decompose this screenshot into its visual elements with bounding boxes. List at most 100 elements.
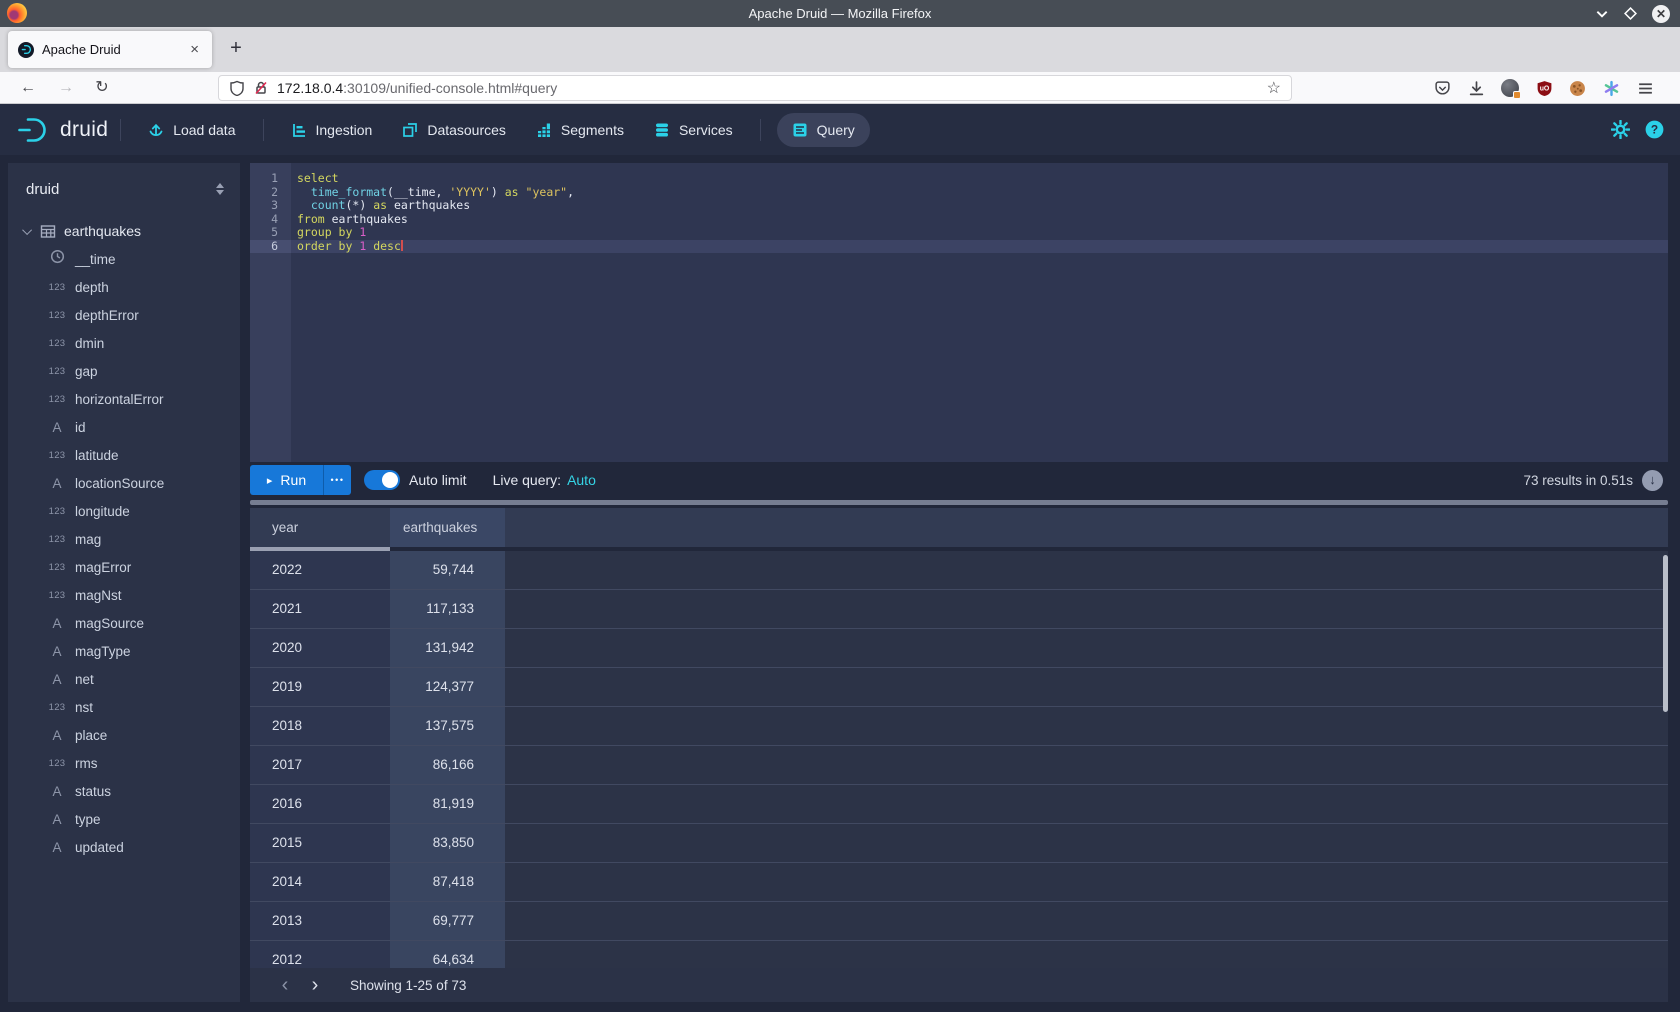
- cell-year[interactable]: 2015: [250, 824, 390, 862]
- column-header-year[interactable]: year: [250, 508, 390, 547]
- more-options-button[interactable]: •••: [323, 465, 351, 495]
- extension-asterisk-icon[interactable]: [1602, 79, 1620, 97]
- cell-year[interactable]: 2022: [250, 551, 390, 589]
- sidebar-column-mag[interactable]: 123mag: [8, 525, 240, 553]
- horizontal-scrollbar[interactable]: [250, 500, 1668, 505]
- cell-year[interactable]: 2016: [250, 785, 390, 823]
- cell-earthquakes[interactable]: 117,133: [390, 590, 505, 628]
- cell-earthquakes[interactable]: 64,634: [390, 941, 505, 968]
- back-icon[interactable]: ←: [14, 75, 42, 101]
- nav-query[interactable]: Query: [777, 113, 870, 147]
- menu-hamburger-icon[interactable]: [1636, 79, 1654, 97]
- next-page-icon[interactable]: ›: [304, 970, 326, 1000]
- sidebar-table-earthquakes[interactable]: earthquakes: [8, 217, 240, 245]
- sidebar-column-dmin[interactable]: 123dmin: [8, 329, 240, 357]
- sidebar-column-id[interactable]: Aid: [8, 413, 240, 441]
- cell-year[interactable]: 2013: [250, 902, 390, 940]
- sidebar-column-magType[interactable]: AmagType: [8, 637, 240, 665]
- cell-year[interactable]: 2020: [250, 629, 390, 667]
- cell-year[interactable]: 2017: [250, 746, 390, 784]
- cell-earthquakes[interactable]: 87,418: [390, 863, 505, 901]
- sidebar-column-locationSource[interactable]: AlocationSource: [8, 469, 240, 497]
- url-bar[interactable]: 172.18.0.4:30109/unified-console.html#qu…: [218, 75, 1292, 101]
- account-avatar-icon[interactable]: [1501, 79, 1519, 97]
- sidebar-column-updated[interactable]: Aupdated: [8, 833, 240, 861]
- sidebar-column-magNst[interactable]: 123magNst: [8, 581, 240, 609]
- downloads-icon[interactable]: [1467, 79, 1485, 97]
- vertical-scrollbar[interactable]: [1663, 555, 1668, 712]
- table-row[interactable]: 201786,166: [250, 746, 1668, 785]
- cell-earthquakes[interactable]: 137,575: [390, 707, 505, 745]
- table-row[interactable]: 2021117,133: [250, 590, 1668, 629]
- nav-load-data[interactable]: Load data: [133, 104, 250, 155]
- insecure-lock-icon[interactable]: [253, 80, 269, 96]
- table-row[interactable]: 201487,418: [250, 863, 1668, 902]
- cell-year[interactable]: 2021: [250, 590, 390, 628]
- new-tab-button[interactable]: +: [222, 35, 250, 63]
- tab-close-icon[interactable]: ×: [187, 41, 202, 58]
- chevron-down-icon[interactable]: [22, 225, 32, 235]
- sidebar-column-latitude[interactable]: 123latitude: [8, 441, 240, 469]
- ublock-extension-icon[interactable]: uO: [1535, 79, 1553, 97]
- druid-logo[interactable]: druid: [16, 115, 108, 145]
- cell-earthquakes[interactable]: 83,850: [390, 824, 505, 862]
- cell-year[interactable]: 2014: [250, 863, 390, 901]
- browser-tab[interactable]: Apache Druid ×: [8, 31, 212, 68]
- sidebar-column-rms[interactable]: 123rms: [8, 749, 240, 777]
- cell-year[interactable]: 2018: [250, 707, 390, 745]
- auto-limit-toggle[interactable]: [364, 470, 400, 490]
- nav-segments[interactable]: Segments: [521, 104, 639, 155]
- shield-icon[interactable]: [229, 80, 245, 96]
- column-header-earthquakes[interactable]: earthquakes: [390, 508, 505, 547]
- window-close-icon[interactable]: ✕: [1652, 5, 1670, 23]
- help-icon[interactable]: ?: [1645, 120, 1664, 139]
- cell-earthquakes[interactable]: 59,744: [390, 551, 505, 589]
- sidebar-column-longitude[interactable]: 123longitude: [8, 497, 240, 525]
- run-button[interactable]: ▸ Run: [250, 465, 323, 495]
- sidebar-column-__time[interactable]: __time: [8, 245, 240, 273]
- cell-earthquakes[interactable]: 131,942: [390, 629, 505, 667]
- sidebar-column-place[interactable]: Aplace: [8, 721, 240, 749]
- forward-icon[interactable]: →: [52, 75, 80, 101]
- pocket-icon[interactable]: [1433, 79, 1451, 97]
- sidebar-column-depthError[interactable]: 123depthError: [8, 301, 240, 329]
- table-row[interactable]: 201369,777: [250, 902, 1668, 941]
- sort-toggle-icon[interactable]: [216, 183, 224, 195]
- nav-ingestion[interactable]: Ingestion: [276, 104, 388, 155]
- sidebar-column-gap[interactable]: 123gap: [8, 357, 240, 385]
- download-results-icon[interactable]: ↓: [1642, 470, 1663, 491]
- reload-icon[interactable]: ↻: [88, 75, 116, 101]
- nav-datasources[interactable]: Datasources: [387, 104, 521, 155]
- editor-code[interactable]: select time_format(__time, 'YYYY') as "y…: [291, 163, 1668, 462]
- window-minimize-icon[interactable]: [1595, 8, 1609, 20]
- table-row[interactable]: 2019124,377: [250, 668, 1668, 707]
- cell-year[interactable]: 2019: [250, 668, 390, 706]
- sidebar-column-type[interactable]: Atype: [8, 805, 240, 833]
- live-query-value[interactable]: Auto: [567, 472, 596, 488]
- sidebar-column-horizontalError[interactable]: 123horizontalError: [8, 385, 240, 413]
- settings-gear-icon[interactable]: [1611, 120, 1630, 139]
- table-row[interactable]: 201264,634: [250, 941, 1668, 968]
- sidebar-column-magError[interactable]: 123magError: [8, 553, 240, 581]
- table-row[interactable]: 201681,919: [250, 785, 1668, 824]
- cell-earthquakes[interactable]: 86,166: [390, 746, 505, 784]
- table-row[interactable]: 202259,744: [250, 551, 1668, 590]
- sidebar-column-magSource[interactable]: AmagSource: [8, 609, 240, 637]
- cell-earthquakes[interactable]: 81,919: [390, 785, 505, 823]
- sidebar-column-depth[interactable]: 123depth: [8, 273, 240, 301]
- table-row[interactable]: 2020131,942: [250, 629, 1668, 668]
- table-row[interactable]: 2018137,575: [250, 707, 1668, 746]
- cell-year[interactable]: 2012: [250, 941, 390, 968]
- bookmark-star-icon[interactable]: ☆: [1267, 78, 1281, 98]
- cell-earthquakes[interactable]: 124,377: [390, 668, 505, 706]
- sql-editor[interactable]: 123456 select time_format(__time, 'YYYY'…: [250, 163, 1668, 462]
- sidebar-column-status[interactable]: Astatus: [8, 777, 240, 805]
- nav-services[interactable]: Services: [639, 104, 748, 155]
- window-maximize-icon[interactable]: [1624, 7, 1637, 20]
- sidebar-column-nst[interactable]: 123nst: [8, 693, 240, 721]
- cookie-extension-icon[interactable]: [1569, 80, 1586, 97]
- previous-page-icon[interactable]: ‹: [274, 970, 296, 1000]
- sidebar-column-net[interactable]: Anet: [8, 665, 240, 693]
- cell-earthquakes[interactable]: 69,777: [390, 902, 505, 940]
- table-row[interactable]: 201583,850: [250, 824, 1668, 863]
